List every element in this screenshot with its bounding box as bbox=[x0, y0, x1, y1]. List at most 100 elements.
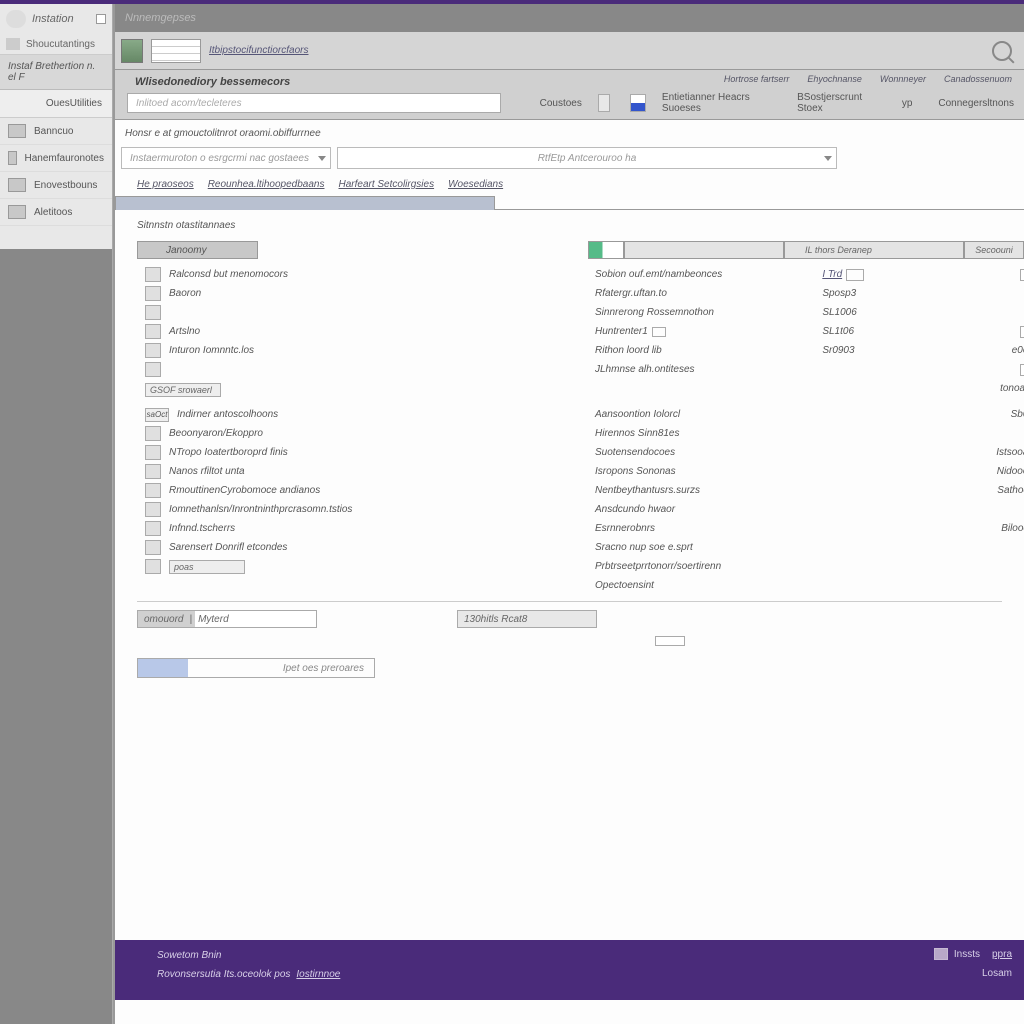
filter-label: RtfEtp Antcerouroo ha bbox=[538, 153, 637, 164]
search-input[interactable]: Inlitoed acom/tecleteres bbox=[127, 93, 501, 113]
list-col-left: Ralconsd but menomocors Baoron Artslno I… bbox=[137, 265, 587, 397]
sub-button[interactable]: poas bbox=[169, 560, 245, 574]
item-icon bbox=[145, 362, 161, 377]
list-item[interactable]: NTropo Ioatertboroprd finis bbox=[137, 443, 587, 462]
footer-icon bbox=[934, 948, 948, 960]
far-value bbox=[1000, 284, 1024, 303]
action-accent bbox=[138, 659, 188, 677]
sidebar-active[interactable]: OuesUtilities bbox=[0, 90, 112, 118]
ribbon-btn[interactable]: BSostjerscrunt Stoex bbox=[787, 92, 886, 114]
item-icon bbox=[145, 540, 161, 555]
ribbon-btn[interactable]: Entietianner Heacrs Suoeses bbox=[652, 92, 781, 114]
tiny-checkbox[interactable] bbox=[655, 636, 685, 646]
list-item[interactable]: poas bbox=[137, 557, 587, 576]
list-item[interactable]: Nanos rfiltot unta bbox=[137, 462, 587, 481]
nav-item-2[interactable]: Enovestbouns bbox=[0, 172, 112, 199]
ribbon-btn[interactable]: yp bbox=[892, 98, 923, 109]
far-value: Bilooos bbox=[996, 519, 1024, 538]
list-item[interactable] bbox=[137, 303, 587, 322]
sidebar: Instation Shoucutantings Instaf Brethert… bbox=[0, 4, 113, 1024]
item-icon bbox=[145, 426, 161, 441]
value[interactable]: I Trd bbox=[822, 265, 864, 284]
box-icon[interactable] bbox=[1020, 364, 1024, 376]
filter-dropdown-1[interactable]: Instaermuroton o esrgcrmi nac gostaees bbox=[121, 147, 331, 169]
item-icon bbox=[145, 559, 161, 574]
col-header[interactable]: Secoouni bbox=[964, 241, 1024, 259]
sidebar-fill bbox=[0, 249, 112, 1024]
ribbon-btn[interactable]: Connegersltnons bbox=[928, 98, 1024, 109]
list-item[interactable]: Baoron bbox=[137, 284, 587, 303]
app-small-icon[interactable] bbox=[630, 94, 645, 112]
app-icon[interactable] bbox=[121, 39, 143, 63]
tab-active[interactable] bbox=[115, 196, 495, 210]
item-label: Infnnd.tscherrs bbox=[169, 523, 235, 534]
list-item[interactable]: saOct Indirner antoscolhoons bbox=[137, 405, 587, 424]
nav-item-3[interactable]: Aletitoos bbox=[0, 199, 112, 226]
ribbon-tab[interactable]: Wonnneyer bbox=[880, 74, 926, 84]
list-item[interactable]: RmouttinenCyrobomoce andianos bbox=[137, 481, 587, 500]
sidebar-sub[interactable]: Shoucutantings bbox=[0, 34, 112, 55]
col-chip[interactable] bbox=[588, 241, 624, 259]
ribbon-tab[interactable]: Canadossenuom bbox=[944, 74, 1012, 84]
list-item[interactable]: Sarensert Donrifl etcondes bbox=[137, 538, 587, 557]
item-label: Baoron bbox=[169, 288, 201, 299]
tab-switcher[interactable] bbox=[151, 39, 201, 63]
box-icon[interactable] bbox=[1020, 326, 1024, 338]
ribbon-btn[interactable]: Coustoes bbox=[530, 98, 592, 109]
far-value: Nidoooo bbox=[996, 462, 1024, 481]
list-item[interactable]: Artslno bbox=[137, 322, 587, 341]
nav-label: Enovestbouns bbox=[34, 180, 97, 191]
far-col: Sb01 Istsooan Nidoooo Sathoes Bilooos bbox=[996, 405, 1024, 538]
footer-link[interactable]: Iostirnnoe bbox=[296, 969, 340, 980]
subtab[interactable]: Reounhea.ltihoopedbaans bbox=[208, 179, 325, 190]
subtab[interactable]: He praoseos bbox=[137, 179, 194, 190]
list-item[interactable]: Ralconsd but menomocors bbox=[137, 265, 587, 284]
nav-item-0[interactable]: Banncuo bbox=[0, 118, 112, 145]
edit-icon[interactable] bbox=[846, 269, 864, 281]
appbar-link[interactable]: Itbipstocifunctiorcfaors bbox=[209, 45, 309, 56]
checkbox-icon[interactable] bbox=[652, 327, 666, 337]
item-label: Beoonyaron/Ekoppro bbox=[169, 428, 263, 439]
item-label: Indirner antoscolhoons bbox=[177, 409, 278, 420]
field-label: Esrnnerobnrs bbox=[595, 519, 721, 538]
action-label: Ipet oes preroares bbox=[188, 659, 374, 677]
badge: saOct bbox=[145, 408, 169, 422]
col-header[interactable]: IL thors Deranep bbox=[784, 241, 964, 259]
subtab[interactable]: Harfeart Setcolirgsies bbox=[338, 179, 434, 190]
field-label: Opectoensint bbox=[595, 576, 721, 595]
far-value: e0on bbox=[1000, 341, 1024, 360]
list-item[interactable]: Iomnethanlsn/Inrontninthprcrasomn.tstios bbox=[137, 500, 587, 519]
far-value bbox=[1000, 322, 1024, 341]
bottom-box-1[interactable]: omouord|Myterd bbox=[137, 610, 317, 628]
action-button[interactable]: Ipet oes preroares bbox=[137, 658, 375, 678]
list-item[interactable] bbox=[137, 360, 587, 379]
col-header[interactable]: Janoomy bbox=[137, 241, 258, 259]
divider bbox=[137, 601, 1002, 602]
filter-dropdown-2[interactable]: RtfEtp Antcerouroo ha bbox=[337, 147, 837, 169]
col-header[interactable] bbox=[624, 241, 784, 259]
nav-label: Banncuo bbox=[34, 126, 73, 137]
search-icon[interactable] bbox=[992, 41, 1012, 61]
sub-button[interactable]: GSOF srowaerl bbox=[145, 383, 221, 397]
bottom-box-2[interactable]: 130hitls Rcat8 bbox=[457, 610, 597, 628]
appbar: Itbipstocifunctiorcfaors bbox=[115, 32, 1024, 70]
item-icon bbox=[145, 464, 161, 479]
footer-item[interactable]: Insstsppra bbox=[934, 948, 1012, 960]
list-item[interactable]: Beoonyaron/Ekoppro bbox=[137, 424, 587, 443]
field-label: Sracno nup soe e.sprt bbox=[595, 538, 721, 557]
doc-icon[interactable] bbox=[598, 94, 610, 112]
box-icon[interactable] bbox=[1020, 269, 1024, 281]
tabbar bbox=[115, 196, 1024, 210]
titlebar: Nnnemgepses bbox=[115, 4, 1024, 32]
ribbon-tab[interactable]: Hortrose fartserr bbox=[724, 74, 790, 84]
list-item[interactable]: Inturon Iomnntc.los bbox=[137, 341, 587, 360]
ribbon-tab[interactable]: Ehyochnanse bbox=[807, 74, 862, 84]
checkbox-icon[interactable] bbox=[96, 14, 106, 24]
field-label: Isropons Sononas bbox=[595, 462, 721, 481]
nav-item-1[interactable]: Hanemfauronotes bbox=[0, 145, 112, 172]
list-item[interactable]: Infnnd.tscherrs bbox=[137, 519, 587, 538]
item-icon bbox=[145, 343, 161, 358]
subtab[interactable]: Woesedians bbox=[448, 179, 503, 190]
item-icon bbox=[145, 286, 161, 301]
footer-item[interactable]: Losam bbox=[982, 968, 1012, 979]
